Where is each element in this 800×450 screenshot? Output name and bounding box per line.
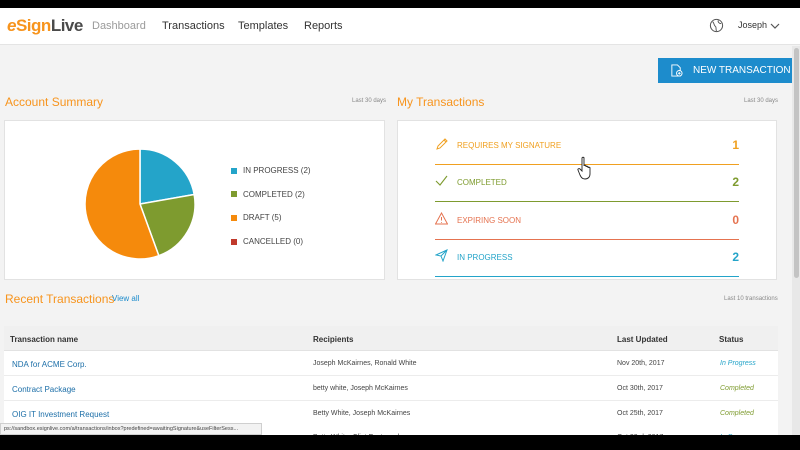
last-updated-cell: Oct 23rd, 2017 xyxy=(617,434,663,435)
table-row[interactable]: Contract Package betty white, Joseph McKa… xyxy=(4,375,778,401)
legend-swatch xyxy=(231,167,237,174)
esignlive-logo[interactable]: eSignLive xyxy=(7,16,83,36)
recipients-cell: Joseph McKairnes, Ronald White xyxy=(313,360,417,367)
status-pie-chart xyxy=(84,148,196,260)
recipients-cell: Betty White, Joseph McKairnes xyxy=(313,409,411,417)
my-transactions-count: 0 xyxy=(732,212,739,227)
col-recipients[interactable]: Recipients xyxy=(313,335,353,344)
status-cell: In Progress xyxy=(720,360,756,367)
row-divider xyxy=(435,275,739,277)
legend-item[interactable]: IN PROGRESS (2) xyxy=(231,166,311,175)
legend-label: DRAFT (5) xyxy=(243,213,282,223)
nav-dashboard[interactable]: Dashboard xyxy=(92,20,146,32)
my-transactions-count: 1 xyxy=(732,138,739,152)
legend-label: IN PROGRESS (2) xyxy=(243,166,311,175)
legend-item[interactable]: DRAFT (5) xyxy=(231,213,282,222)
chevron-down-icon[interactable] xyxy=(770,22,780,30)
user-menu-name[interactable]: Joseph xyxy=(738,20,767,30)
col-last-updated[interactable]: Last Updated xyxy=(617,335,668,344)
recipients-cell: betty white, Joseph McKairnes xyxy=(313,384,408,392)
col-transaction-name[interactable]: Transaction name xyxy=(10,335,78,344)
col-status[interactable]: Status xyxy=(719,335,743,344)
recent-transactions-range: Last 10 transactions xyxy=(724,296,778,302)
scrollbar-thumb[interactable] xyxy=(794,48,799,278)
nav-templates[interactable]: Templates xyxy=(238,20,288,32)
account-summary-range: Last 30 days xyxy=(352,98,387,104)
my-transactions-row[interactable]: EXPIRING SOON 0 xyxy=(435,203,739,240)
check-icon xyxy=(435,175,448,187)
transaction-name-link[interactable]: OIG IT Investment Request xyxy=(12,410,109,419)
globe-icon[interactable] xyxy=(709,18,724,33)
legend-item[interactable]: COMPLETED (2) xyxy=(231,190,305,199)
recent-transactions-title: Recent Transactions xyxy=(5,292,115,306)
nav-reports[interactable]: Reports xyxy=(304,20,343,32)
status-cell: Completed xyxy=(720,384,754,392)
legend-swatch xyxy=(231,191,237,198)
table-row[interactable]: OIG IT Investment Request Betty White, Jo… xyxy=(4,400,778,426)
legend-label: CANCELLED (0) xyxy=(243,237,304,247)
account-summary-panel: IN PROGRESS (2) COMPLETED (2) DRAFT (5) CAN… xyxy=(4,120,385,280)
new-transaction-button[interactable]: NEW TRANSACTION xyxy=(658,58,792,83)
browser-status-url: ps://sandbox.esignlive.com/a/transaction… xyxy=(0,423,262,435)
table-header: Transaction name Recipients Last Updated… xyxy=(4,326,778,351)
account-summary-title: Account Summary xyxy=(5,95,104,109)
last-updated-cell: Oct 25th, 2017 xyxy=(617,409,663,417)
recipients-cell: Betty White, Clint Eastwood xyxy=(313,434,399,435)
my-transactions-count: 2 xyxy=(732,249,739,264)
top-header: eSignLive Dashboard Transactions Templat… xyxy=(0,8,800,45)
view-all-link[interactable]: View all xyxy=(112,294,139,303)
my-transactions-label: IN PROGRESS xyxy=(457,252,513,262)
table-row[interactable]: NDA for ACME Corp. Joseph McKairnes, Rona… xyxy=(4,351,778,376)
my-transactions-count: 2 xyxy=(732,175,739,190)
document-add-icon xyxy=(671,64,683,77)
nav-transactions[interactable]: Transactions xyxy=(162,20,225,32)
hand-cursor-icon xyxy=(577,156,591,180)
legend-label: COMPLETED (2) xyxy=(243,189,305,199)
my-transactions-label: COMPLETED xyxy=(457,178,507,188)
transaction-name-link[interactable]: NDA for ACME Corp. xyxy=(12,360,87,369)
legend-swatch xyxy=(231,214,237,221)
app-window: eSignLive Dashboard Transactions Templat… xyxy=(0,8,800,435)
transaction-name-link[interactable]: Contract Package xyxy=(12,385,76,394)
last-updated-cell: Oct 30th, 2017 xyxy=(617,384,663,392)
pen-icon xyxy=(436,138,448,150)
new-transaction-label: NEW TRANSACTION xyxy=(693,65,791,76)
warning-icon xyxy=(435,211,448,225)
last-updated-cell: Nov 20th, 2017 xyxy=(617,360,665,367)
status-cell: In Progress xyxy=(720,434,756,435)
my-transactions-label: REQUIRES MY SIGNATURE xyxy=(457,141,562,150)
send-icon xyxy=(435,248,448,262)
my-transactions-label: EXPIRING SOON xyxy=(457,215,522,225)
my-transactions-row[interactable]: IN PROGRESS 2 xyxy=(435,240,739,277)
legend-swatch xyxy=(231,238,237,245)
status-cell: Completed xyxy=(720,409,754,417)
my-transactions-range: Last 30 days xyxy=(744,98,779,104)
my-transactions-title: My Transactions xyxy=(397,95,485,109)
legend-item[interactable]: CANCELLED (0) xyxy=(231,237,303,246)
